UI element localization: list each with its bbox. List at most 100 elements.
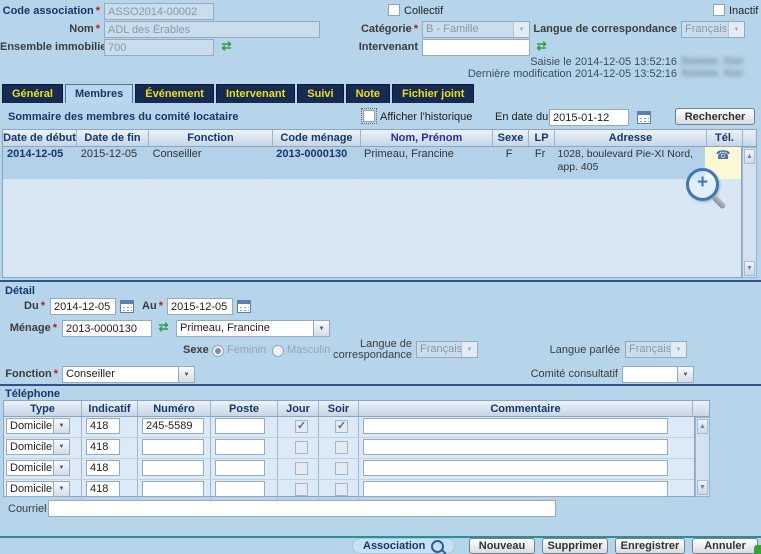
poste-field[interactable] bbox=[215, 481, 265, 497]
calendar-icon[interactable] bbox=[637, 111, 651, 124]
intervenant-field[interactable] bbox=[422, 39, 530, 56]
scroll-up-icon[interactable]: ▲ bbox=[697, 419, 708, 434]
phone-table-scrollbar[interactable]: ▲ ▼ bbox=[695, 417, 710, 497]
jour-checkbox[interactable] bbox=[295, 420, 308, 433]
telephone-title: Téléphone bbox=[5, 388, 60, 400]
col-jour: Jour bbox=[278, 401, 319, 416]
comite-consultatif-select[interactable]: ▼ bbox=[622, 366, 694, 383]
rechercher-button[interactable]: Rechercher bbox=[675, 108, 755, 125]
poste-field[interactable] bbox=[215, 460, 265, 476]
cell-nom-prenom: Primeau, Francine bbox=[360, 147, 492, 179]
lookup-icon[interactable]: ⇄ bbox=[219, 40, 234, 54]
indicatif-field[interactable] bbox=[86, 439, 120, 455]
jour-checkbox[interactable] bbox=[295, 483, 308, 496]
numero-field[interactable] bbox=[142, 439, 204, 455]
col-code-menage[interactable]: Code ménage bbox=[273, 130, 361, 146]
col-tel[interactable]: Tél. bbox=[707, 130, 743, 146]
commentaire-field[interactable] bbox=[363, 439, 668, 455]
footer-buttons: Nouveau Supprimer Enregistrer Annuler bbox=[469, 538, 758, 554]
langue-correspondance-select[interactable]: Français▼ bbox=[681, 21, 745, 38]
indicatif-field[interactable] bbox=[86, 460, 120, 476]
col-date-debut[interactable]: Date de début bbox=[3, 130, 77, 146]
members-table-scrollbar[interactable]: ▲ ▼ bbox=[742, 147, 757, 278]
jour-checkbox[interactable] bbox=[295, 441, 308, 454]
tab-bar: Général Membres Événement Intervenant Su… bbox=[2, 84, 474, 103]
col-lp[interactable]: LP bbox=[529, 130, 555, 146]
soir-checkbox[interactable] bbox=[335, 441, 348, 454]
nom-field[interactable] bbox=[104, 21, 320, 38]
commentaire-field[interactable] bbox=[363, 460, 668, 476]
en-date-du-field[interactable] bbox=[549, 109, 629, 126]
indicatif-field[interactable] bbox=[86, 481, 120, 497]
soir-checkbox[interactable] bbox=[335, 483, 348, 496]
calendar-icon[interactable] bbox=[237, 300, 251, 313]
courriel-label: Courriel bbox=[8, 503, 47, 515]
collectif-checkbox[interactable] bbox=[388, 4, 400, 16]
tab-intervenant[interactable]: Intervenant bbox=[216, 84, 295, 103]
inactif-checkbox[interactable] bbox=[713, 4, 725, 16]
feminin-radio[interactable] bbox=[212, 345, 224, 357]
langue-correspondance-detail-select[interactable]: Français▼ bbox=[416, 341, 478, 358]
phone-type-select[interactable]: Domicile▼ bbox=[6, 460, 70, 476]
separator bbox=[0, 384, 761, 386]
numero-field[interactable] bbox=[142, 418, 204, 434]
tab-evenement[interactable]: Événement bbox=[135, 84, 214, 103]
annuler-button[interactable]: Annuler bbox=[692, 538, 758, 554]
nouveau-button[interactable]: Nouveau bbox=[469, 538, 535, 554]
col-nom-prenom[interactable]: Nom, Prénom bbox=[361, 130, 493, 146]
phone-type-select[interactable]: Domicile▼ bbox=[6, 418, 70, 434]
indicatif-field[interactable] bbox=[86, 418, 120, 434]
association-button[interactable]: Association bbox=[352, 538, 455, 554]
masculin-radio[interactable] bbox=[272, 345, 284, 357]
menage-nom-select[interactable]: Primeau, Francine▼ bbox=[176, 320, 330, 337]
menage-field[interactable] bbox=[62, 320, 152, 337]
supprimer-button[interactable]: Supprimer bbox=[542, 538, 608, 554]
commentaire-field[interactable] bbox=[363, 418, 668, 434]
cell-date-debut: 2014-12-05 bbox=[3, 147, 77, 179]
scroll-up-icon[interactable]: ▲ bbox=[744, 149, 755, 164]
enregistrer-button[interactable]: Enregistrer bbox=[615, 538, 685, 554]
code-association-label: Code association* bbox=[0, 5, 100, 17]
table-row[interactable]: 2014-12-05 2015-12-05 Conseiller 2013-00… bbox=[3, 147, 741, 179]
tab-general[interactable]: Général bbox=[2, 84, 63, 103]
col-adresse[interactable]: Adresse bbox=[555, 130, 707, 146]
scroll-down-icon[interactable]: ▼ bbox=[697, 480, 708, 495]
fonction-select[interactable]: Conseiller▼ bbox=[62, 366, 195, 383]
lookup-icon[interactable]: ⇄ bbox=[534, 40, 549, 54]
phone-type-select[interactable]: Domicile▼ bbox=[6, 439, 70, 455]
saisie-user-redacted: Xxxxxxx, Xxxxxx bbox=[681, 56, 743, 68]
afficher-historique-checkbox[interactable] bbox=[363, 110, 375, 122]
tab-membres[interactable]: Membres bbox=[65, 84, 133, 103]
tab-fichier-joint[interactable]: Fichier joint bbox=[392, 84, 474, 103]
poste-field[interactable] bbox=[215, 439, 265, 455]
jour-checkbox[interactable] bbox=[295, 462, 308, 475]
soir-checkbox[interactable] bbox=[335, 420, 348, 433]
phone-table-header: Type Indicatif Numéro Poste Jour Soir Co… bbox=[3, 400, 710, 417]
zoom-cursor-icon bbox=[686, 168, 719, 201]
au-field[interactable] bbox=[167, 298, 233, 315]
du-field[interactable] bbox=[50, 298, 116, 315]
tab-note[interactable]: Note bbox=[346, 84, 390, 103]
numero-field[interactable] bbox=[142, 460, 204, 476]
soir-checkbox[interactable] bbox=[335, 462, 348, 475]
col-date-fin[interactable]: Date de fin bbox=[77, 130, 149, 146]
col-fonction[interactable]: Fonction bbox=[149, 130, 273, 146]
courriel-field[interactable] bbox=[48, 500, 556, 517]
lookup-icon[interactable]: ⇄ bbox=[156, 321, 171, 335]
commentaire-field[interactable] bbox=[363, 481, 668, 497]
cell-date-fin: 2015-12-05 bbox=[77, 147, 149, 179]
poste-field[interactable] bbox=[215, 418, 265, 434]
categorie-label: Catégorie* bbox=[318, 23, 418, 35]
phone-icon[interactable]: ☎ bbox=[716, 148, 731, 162]
summary-title: Sommaire des membres du comité locataire bbox=[8, 111, 238, 123]
col-sexe[interactable]: Sexe bbox=[493, 130, 529, 146]
code-association-field[interactable] bbox=[104, 3, 214, 20]
ensemble-immobilier-field[interactable] bbox=[104, 39, 214, 56]
langue-parlee-select[interactable]: Français▼ bbox=[625, 341, 687, 358]
cell-sexe: F bbox=[492, 147, 528, 179]
saisie-timestamp: Saisie le 2014-12-05 13:52:16 bbox=[377, 56, 677, 68]
scroll-down-icon[interactable]: ▼ bbox=[744, 261, 755, 276]
phone-type-select[interactable]: Domicile▼ bbox=[6, 481, 70, 497]
numero-field[interactable] bbox=[142, 481, 204, 497]
tab-suivi[interactable]: Suivi bbox=[297, 84, 343, 103]
